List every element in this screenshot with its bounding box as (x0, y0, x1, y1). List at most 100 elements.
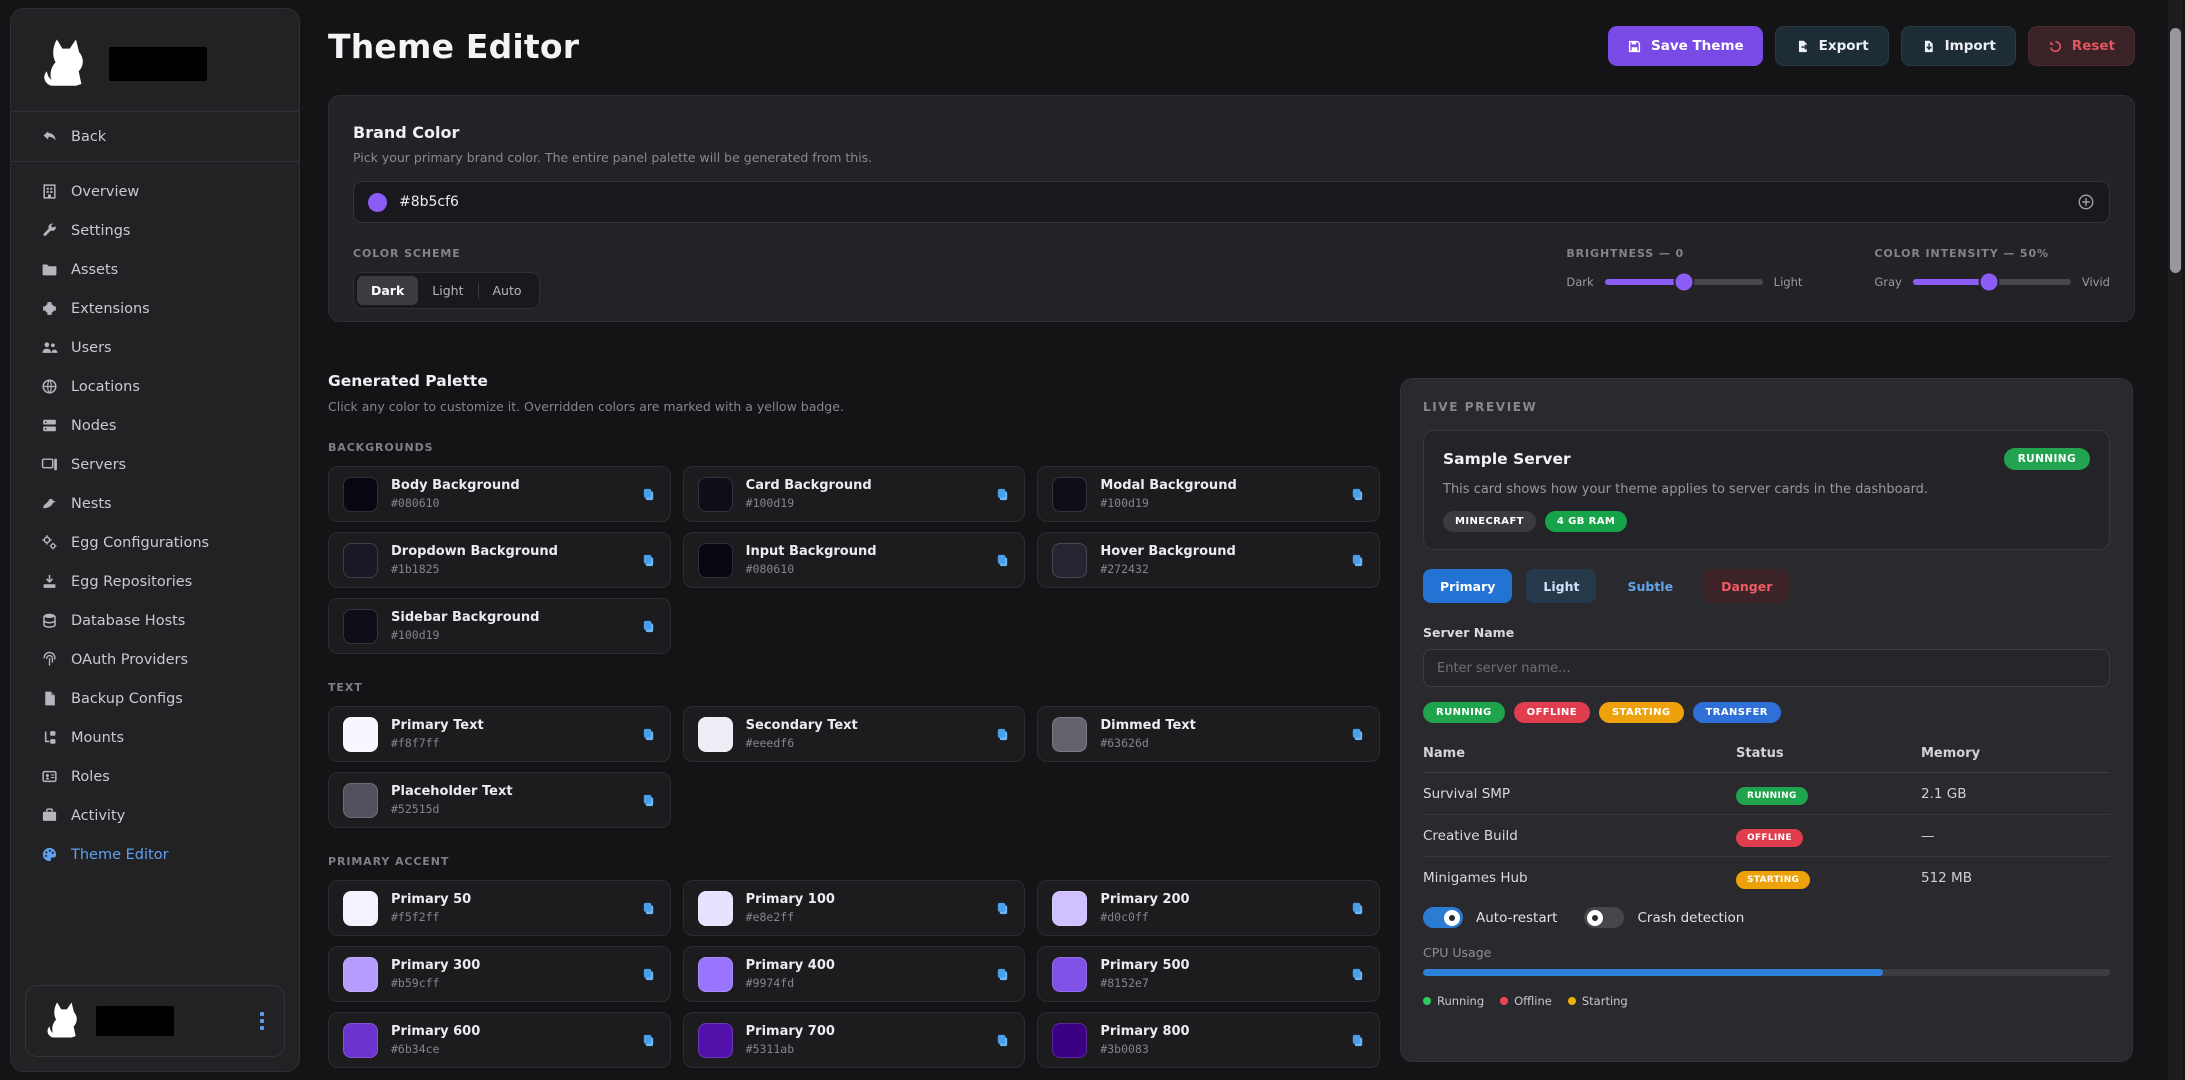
copy-icon[interactable] (641, 967, 656, 982)
copy-icon[interactable] (641, 1033, 656, 1048)
swatch-primary-300[interactable]: Primary 300#b59cff (328, 946, 671, 1002)
copy-icon[interactable] (995, 487, 1010, 502)
swatch-primary-700[interactable]: Primary 700#5311ab (683, 1012, 1026, 1068)
sidebar-item-locations[interactable]: Locations (11, 367, 299, 406)
swatch-color (343, 609, 378, 644)
scheme-option-dark[interactable]: Dark (357, 276, 418, 305)
swatch-primary-50[interactable]: Primary 50#f5f2ff (328, 880, 671, 936)
copy-icon[interactable] (995, 553, 1010, 568)
export-icon (1795, 39, 1810, 54)
swatch-dimmed-text[interactable]: Dimmed Text#63626d (1037, 706, 1380, 762)
reset-button[interactable]: Reset (2028, 26, 2135, 66)
swatch-color (343, 891, 378, 926)
copy-icon[interactable] (641, 619, 656, 634)
copy-icon[interactable] (641, 553, 656, 568)
export-button[interactable]: Export (1775, 26, 1889, 66)
palette-icon (41, 846, 58, 863)
save-theme-button[interactable]: Save Theme (1608, 26, 1763, 66)
preview-subtle-button[interactable]: Subtle (1610, 569, 1690, 603)
swatch-color (698, 1023, 733, 1058)
user-menu-kebab-icon[interactable] (256, 1008, 268, 1034)
swatch-placeholder-text[interactable]: Placeholder Text#52515d (328, 772, 671, 828)
swatch-hover-background[interactable]: Hover Background#272432 (1037, 532, 1380, 588)
copy-icon[interactable] (641, 727, 656, 742)
intensity-slider[interactable] (1913, 279, 2071, 285)
brightness-slider[interactable] (1605, 279, 1763, 285)
scheme-option-light[interactable]: Light (418, 276, 477, 305)
swatch-card-background[interactable]: Card Background#100d19 (683, 466, 1026, 522)
col-memory: Memory (1921, 746, 2110, 761)
copy-icon[interactable] (641, 487, 656, 502)
crash-detection-toggle[interactable] (1584, 907, 1624, 928)
brand-color-value-field[interactable] (399, 194, 2065, 210)
sidebar-item-activity[interactable]: Activity (11, 796, 299, 835)
copy-icon[interactable] (995, 901, 1010, 916)
backgrounds-grid: Body Background#080610 Card Background#1… (328, 466, 1380, 654)
swatch-input-background[interactable]: Input Background#080610 (683, 532, 1026, 588)
import-button[interactable]: Import (1901, 26, 2016, 66)
copy-icon[interactable] (1350, 553, 1365, 568)
swatch-primary-800[interactable]: Primary 800#3b0083 (1037, 1012, 1380, 1068)
brand-color-input[interactable] (353, 181, 2110, 223)
copy-icon[interactable] (995, 967, 1010, 982)
copy-icon[interactable] (641, 793, 656, 808)
sidebar-item-oauth-providers[interactable]: OAuth Providers (11, 640, 299, 679)
sidebar-item-overview[interactable]: Overview (11, 172, 299, 211)
sidebar-item-nodes[interactable]: Nodes (11, 406, 299, 445)
copy-icon[interactable] (1350, 1033, 1365, 1048)
swatch-primary-400[interactable]: Primary 400#9974fd (683, 946, 1026, 1002)
swatch-primary-500[interactable]: Primary 500#8152e7 (1037, 946, 1380, 1002)
swatch-primary-600[interactable]: Primary 600#6b34ce (328, 1012, 671, 1068)
color-picker-icon[interactable] (2077, 193, 2095, 211)
user-card[interactable] (25, 985, 285, 1057)
sidebar-item-backup-configs[interactable]: Backup Configs (11, 679, 299, 718)
copy-icon[interactable] (1350, 727, 1365, 742)
copy-icon[interactable] (641, 901, 656, 916)
copy-icon[interactable] (1350, 967, 1365, 982)
users-icon (41, 339, 58, 356)
palette-subtitle: Click any color to customize it. Overrid… (328, 399, 1380, 414)
scheme-option-auto[interactable]: Auto (479, 276, 536, 305)
sidebar-item-settings[interactable]: Settings (11, 211, 299, 250)
import-icon (1921, 39, 1936, 54)
preview-danger-button[interactable]: Danger (1704, 569, 1789, 603)
swatch-sidebar-background[interactable]: Sidebar Background#100d19 (328, 598, 671, 654)
sidebar-item-servers[interactable]: Servers (11, 445, 299, 484)
preview-light-button[interactable]: Light (1526, 569, 1596, 603)
sidebar-item-egg-configurations[interactable]: Egg Configurations (11, 523, 299, 562)
swatch-primary-100[interactable]: Primary 100#e8e2ff (683, 880, 1026, 936)
copy-icon[interactable] (1350, 901, 1365, 916)
swatch-secondary-text[interactable]: Secondary Text#eeedf6 (683, 706, 1026, 762)
swatch-modal-background[interactable]: Modal Background#100d19 (1037, 466, 1380, 522)
id-card-icon (41, 768, 58, 785)
scrollbar-thumb[interactable] (2170, 28, 2181, 273)
swatch-primary-text[interactable]: Primary Text#f8f7ff (328, 706, 671, 762)
copy-icon[interactable] (995, 727, 1010, 742)
swatch-color (698, 477, 733, 512)
sidebar-item-assets[interactable]: Assets (11, 250, 299, 289)
brightness-slider-thumb[interactable] (1675, 274, 1692, 291)
copy-icon[interactable] (995, 1033, 1010, 1048)
sidebar-item-egg-repositories[interactable]: Egg Repositories (11, 562, 299, 601)
sidebar-item-users[interactable]: Users (11, 328, 299, 367)
sidebar-logo-row (11, 31, 299, 111)
folder-icon (41, 261, 58, 278)
server-name-input[interactable] (1423, 649, 2110, 687)
swatch-primary-200[interactable]: Primary 200#d0c0ff (1037, 880, 1380, 936)
sidebar-item-extensions[interactable]: Extensions (11, 289, 299, 328)
intensity-slider-thumb[interactable] (1980, 274, 1997, 291)
preview-primary-button[interactable]: Primary (1423, 569, 1512, 603)
copy-icon[interactable] (1350, 487, 1365, 502)
sidebar-item-theme-editor[interactable]: Theme Editor (11, 835, 299, 874)
swatch-dropdown-background[interactable]: Dropdown Background#1b1825 (328, 532, 671, 588)
page-scrollbar[interactable] (2168, 0, 2183, 1080)
auto-restart-toggle[interactable] (1423, 907, 1463, 928)
sidebar-item-mounts[interactable]: Mounts (11, 718, 299, 757)
sidebar-item-roles[interactable]: Roles (11, 757, 299, 796)
swatch-body-background[interactable]: Body Background#080610 (328, 466, 671, 522)
sidebar-item-back[interactable]: Back (11, 112, 299, 161)
color-scheme-label: COLOR SCHEME (353, 247, 540, 260)
sidebar-item-nests[interactable]: Nests (11, 484, 299, 523)
primary-accent-grid: Primary 50#f5f2ff Primary 100#e8e2ff Pri… (328, 880, 1380, 1068)
sidebar-item-database-hosts[interactable]: Database Hosts (11, 601, 299, 640)
